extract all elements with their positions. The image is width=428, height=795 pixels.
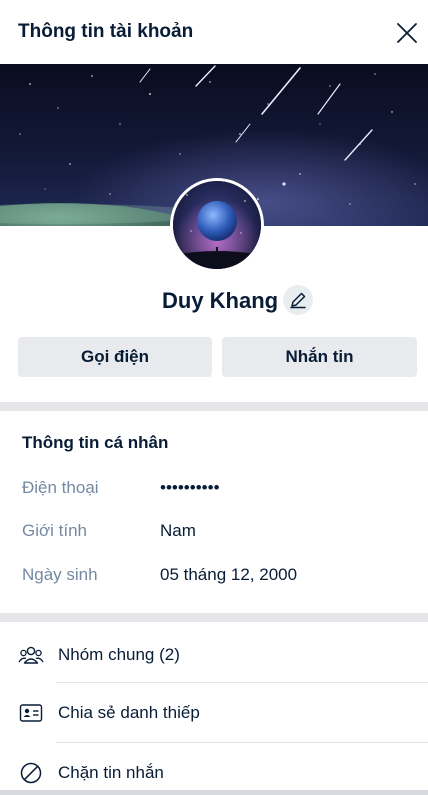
block-icon (20, 762, 42, 784)
call-button[interactable]: Gọi điện (18, 337, 212, 377)
personal-info-title: Thông tin cá nhân (22, 433, 169, 452)
menu-separator (56, 742, 428, 743)
account-info-panel: Thông tin tài khoản Duy Khang Gọi điện N… (0, 0, 428, 790)
gender-label: Giới tính (22, 521, 88, 540)
section-divider (0, 402, 428, 411)
gender-value: Nam (160, 521, 196, 540)
menu-item-share-contact[interactable]: Chia sẻ danh thiếp (0, 684, 428, 742)
menu-item-common-groups[interactable]: Nhóm chung (2) (0, 626, 428, 684)
profile-name-row: Duy Khang (0, 284, 428, 320)
pencil-icon (290, 292, 306, 309)
section-divider (0, 613, 428, 622)
menu-label-block-messages: Chặn tin nhắn (58, 763, 164, 782)
menu-label-share-contact: Chia sẻ danh thiếp (58, 703, 200, 722)
message-button[interactable]: Nhắn tin (222, 337, 417, 377)
profile-name: Duy Khang (162, 288, 279, 313)
group-icon (18, 646, 44, 664)
close-button[interactable] (392, 18, 422, 48)
background-toolbar-edge (0, 790, 428, 795)
menu-separator (56, 682, 428, 683)
menu-label-common-groups: Nhóm chung (2) (58, 645, 180, 664)
contact-card-icon (19, 704, 43, 722)
panel-header: Thông tin tài khoản (0, 0, 428, 64)
edit-name-button[interactable] (283, 285, 313, 315)
birthday-label: Ngày sinh (22, 565, 98, 584)
phone-value: •••••••••• (160, 478, 220, 497)
panel-title: Thông tin tài khoản (18, 21, 194, 42)
phone-label: Điện thoại (22, 478, 99, 497)
menu-item-block-messages[interactable]: Chặn tin nhắn (0, 744, 428, 790)
birthday-value: 05 tháng 12, 2000 (160, 565, 298, 584)
avatar[interactable] (170, 178, 264, 272)
avatar-image (173, 181, 261, 269)
close-icon (397, 23, 417, 43)
